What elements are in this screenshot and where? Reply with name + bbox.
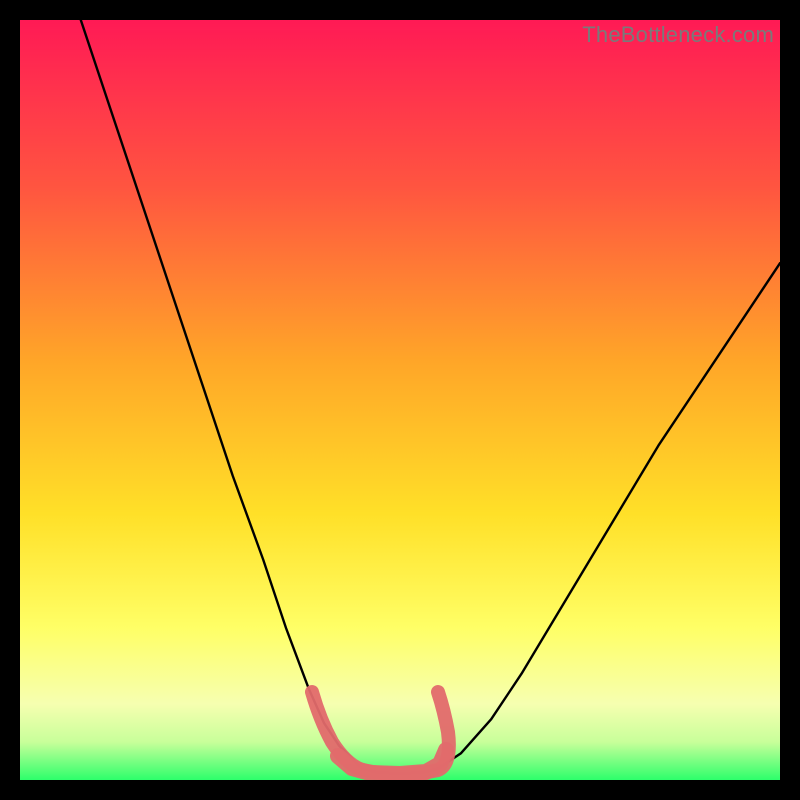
chart-frame: TheBottleneck.com bbox=[20, 20, 780, 780]
gradient-background bbox=[20, 20, 780, 780]
watermark-text: TheBottleneck.com bbox=[582, 22, 774, 48]
chart-plot-area bbox=[20, 20, 780, 780]
chart-svg bbox=[20, 20, 780, 780]
